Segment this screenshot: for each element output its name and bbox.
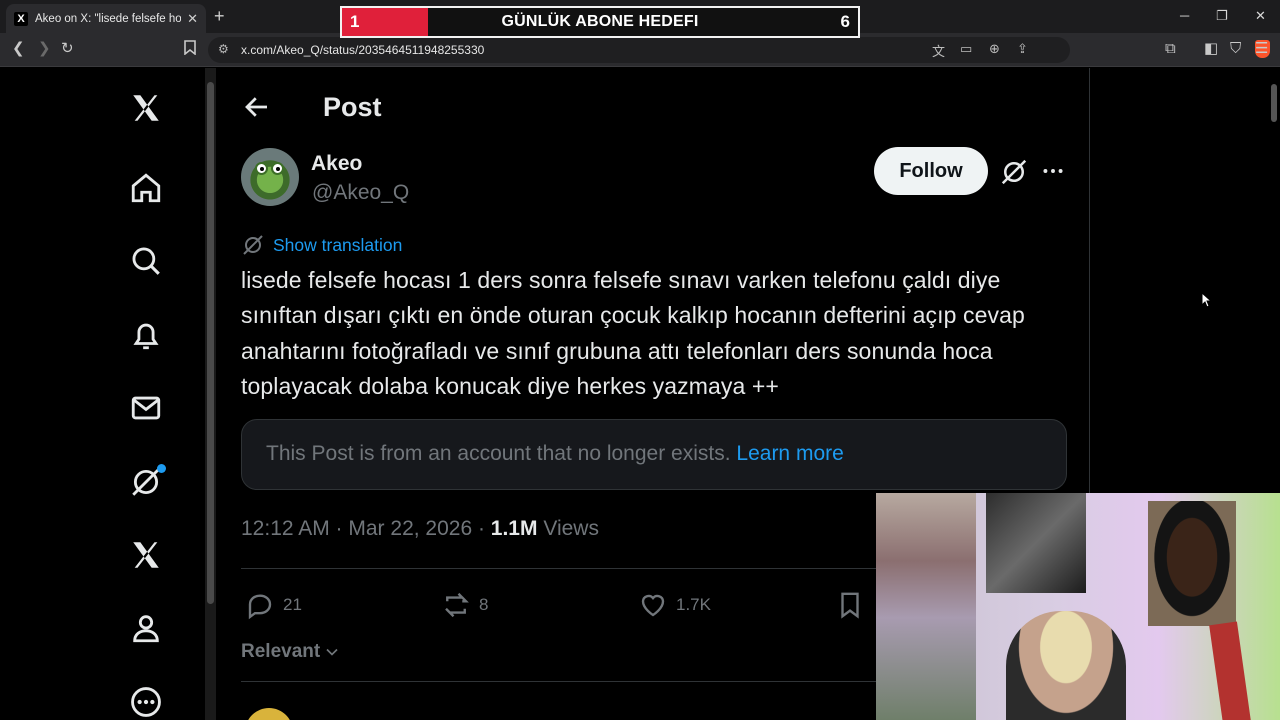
back-arrow-icon[interactable] bbox=[242, 92, 272, 122]
profile-icon[interactable] bbox=[126, 608, 166, 648]
reply-count: 21 bbox=[283, 595, 302, 614]
views-label: Views bbox=[537, 517, 599, 540]
like-button[interactable]: 1.7K bbox=[638, 590, 711, 620]
bell-icon[interactable] bbox=[126, 315, 166, 355]
grok-icon[interactable] bbox=[126, 462, 166, 502]
minimize-icon[interactable]: ─ bbox=[1180, 8, 1189, 23]
show-translation-link[interactable]: Show translation bbox=[241, 233, 402, 257]
repost-button[interactable]: 8 bbox=[441, 590, 488, 620]
site-info-icon[interactable]: ⚙ bbox=[218, 42, 229, 56]
reply-avatar[interactable] bbox=[245, 708, 293, 720]
new-tab-icon[interactable]: + bbox=[214, 6, 225, 26]
reply-icon bbox=[248, 594, 272, 620]
tab-title: Akeo on X: "lisede felsefe hocası bbox=[35, 12, 182, 25]
author-handle[interactable]: @Akeo_Q bbox=[312, 181, 409, 205]
x-premium-icon[interactable] bbox=[126, 535, 166, 575]
home-icon[interactable] bbox=[126, 168, 166, 208]
share-icon[interactable]: ⇪ bbox=[1017, 41, 1028, 57]
post-meta: 12:12 AM · Mar 22, 2026 · 1.1M Views bbox=[241, 517, 599, 541]
mouse-cursor-icon bbox=[1201, 292, 1213, 308]
author-name[interactable]: Akeo bbox=[311, 152, 362, 176]
more-options-icon[interactable] bbox=[1040, 156, 1066, 186]
webcam-person bbox=[1006, 611, 1126, 720]
x-favicon-icon: X bbox=[14, 11, 28, 26]
restore-icon[interactable]: ❐ bbox=[1216, 8, 1228, 24]
reply-sort-label: Relevant bbox=[241, 641, 321, 662]
webcam-overlay bbox=[876, 493, 1280, 720]
translate-page-icon[interactable]: 文 bbox=[932, 41, 945, 60]
deleted-account-notice: This Post is from an account that no lon… bbox=[241, 419, 1067, 490]
learn-more-link[interactable]: Learn more bbox=[736, 442, 843, 465]
forward-nav-icon[interactable]: ❯ bbox=[38, 40, 51, 58]
webcam-poster-right bbox=[1148, 501, 1236, 626]
webcam-poster-left bbox=[986, 493, 1086, 593]
more-circle-icon[interactable] bbox=[126, 682, 166, 720]
show-translation-label: Show translation bbox=[273, 234, 403, 255]
post-text: lisede felsefe hocası 1 ders sonra felse… bbox=[241, 267, 1025, 399]
url-text[interactable]: x.com/Akeo_Q/status/2035464511948255330 bbox=[241, 43, 484, 57]
x-logo-icon[interactable] bbox=[126, 88, 166, 128]
sidebar-toggle-icon[interactable]: ◧ bbox=[1204, 40, 1218, 58]
search-icon[interactable] bbox=[126, 241, 166, 281]
screenshot-icon[interactable]: ⧉ bbox=[1165, 40, 1176, 58]
avatar-eye-right bbox=[271, 162, 284, 175]
grok-translate-icon bbox=[243, 235, 263, 255]
tab-close-icon[interactable]: ✕ bbox=[187, 11, 198, 27]
subscriber-goal-bar: 1 GÜNLÜK ABONE HEDEFI 6 bbox=[340, 6, 860, 38]
mail-icon[interactable] bbox=[126, 388, 166, 428]
address-bar[interactable]: ⚙ x.com/Akeo_Q/status/203546451194825533… bbox=[208, 37, 1270, 63]
webcam-red-object bbox=[1209, 621, 1251, 720]
like-count: 1.7K bbox=[676, 595, 711, 614]
zoom-icon[interactable]: ⊕ bbox=[989, 41, 1000, 57]
post-timestamp[interactable]: 12:12 AM · Mar 22, 2026 · bbox=[241, 517, 491, 540]
reply-button[interactable]: 21 bbox=[245, 590, 302, 620]
bookmark-icon bbox=[841, 592, 859, 619]
reload-icon[interactable]: ↻ bbox=[61, 40, 74, 58]
follow-button[interactable]: Follow bbox=[874, 147, 988, 195]
avatar[interactable] bbox=[241, 148, 299, 206]
x-sidebar bbox=[0, 68, 204, 720]
back-nav-icon[interactable]: ❮ bbox=[12, 40, 25, 58]
browser-tab[interactable]: X Akeo on X: "lisede felsefe hocası ✕ bbox=[6, 4, 206, 33]
notification-dot bbox=[157, 464, 166, 473]
sidebar-scrollbar[interactable] bbox=[205, 68, 216, 720]
menu-icon[interactable]: ☰ bbox=[1255, 40, 1268, 58]
window-close-icon[interactable]: ✕ bbox=[1255, 8, 1266, 24]
sidebar-scroll-thumb[interactable] bbox=[207, 82, 214, 604]
browser-toolbar: ❮ ❯ ↻ ⚙ x.com/Akeo_Q/status/203546451194… bbox=[0, 33, 1280, 67]
page-scroll-thumb[interactable] bbox=[1271, 84, 1277, 122]
bookmark-button[interactable] bbox=[835, 590, 873, 620]
grok-icon[interactable] bbox=[999, 157, 1029, 187]
repost-count: 8 bbox=[479, 595, 489, 614]
bookmark-page-icon[interactable] bbox=[184, 40, 196, 60]
webcam-shelf bbox=[876, 493, 976, 720]
views-count: 1.1M bbox=[490, 517, 538, 540]
cast-icon[interactable]: ▭ bbox=[960, 41, 972, 57]
reply-sort-dropdown[interactable]: Relevant bbox=[241, 641, 342, 663]
vpn-shield-icon[interactable]: ⛉ bbox=[1230, 40, 1241, 58]
avatar-eye-left bbox=[255, 162, 268, 175]
notice-text: This Post is from an account that no lon… bbox=[266, 442, 731, 465]
repost-icon bbox=[445, 592, 469, 618]
chevron-down-icon bbox=[326, 648, 338, 656]
page-title: Post bbox=[323, 92, 382, 122]
goal-label: GÜNLÜK ABONE HEDEFI bbox=[501, 13, 699, 30]
heart-icon bbox=[641, 594, 665, 617]
goal-target: 6 bbox=[840, 12, 850, 31]
